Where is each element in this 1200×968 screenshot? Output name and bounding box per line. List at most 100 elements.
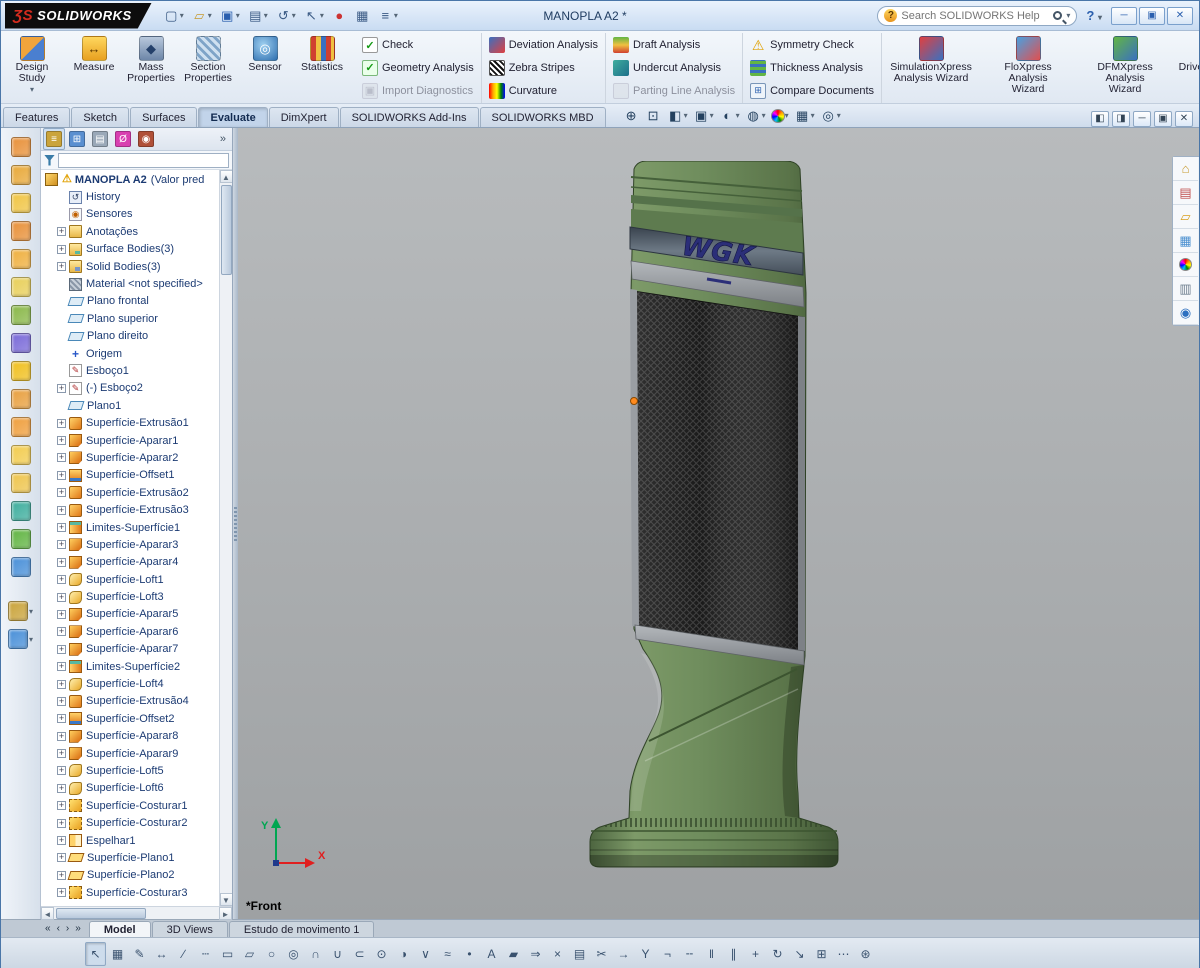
- options-button[interactable]: ≡▾: [375, 6, 401, 25]
- expand-icon[interactable]: +: [57, 610, 66, 619]
- tree-item-esbo-o1[interactable]: Esboço1: [41, 362, 219, 379]
- mirror-entities-button[interactable]: ‖: [701, 942, 722, 966]
- sensor-button[interactable]: ◎Sensor: [237, 34, 293, 75]
- search-dropdown-icon[interactable]: ▾: [1066, 11, 1070, 20]
- model-tab-estudo-de-movimento-1[interactable]: Estudo de movimento 1: [229, 921, 375, 937]
- import-diagnostics-button[interactable]: ▣Import Diagnostics: [358, 80, 478, 101]
- expand-icon[interactable]: +: [57, 453, 66, 462]
- scroll-up-icon[interactable]: ▲: [220, 170, 233, 183]
- tab-solidworks-mbd[interactable]: SOLIDWORKS MBD: [480, 107, 606, 127]
- offset-surface-button[interactable]: [10, 332, 32, 354]
- tab-evaluate[interactable]: Evaluate: [198, 107, 267, 127]
- new-document-button[interactable]: ▢▾: [161, 6, 187, 26]
- tree-item-superf-cie-loft3[interactable]: +Superfície-Loft3: [41, 588, 219, 605]
- spline-button[interactable]: ≈: [437, 942, 458, 966]
- swept-surface-button[interactable]: [10, 192, 32, 214]
- tree-item-superf-cie-aparar9[interactable]: +Superfície-Aparar9: [41, 745, 219, 762]
- measure-button[interactable]: ↔Measure: [66, 34, 122, 75]
- dynamic-mirror-button[interactable]: ∥: [723, 942, 744, 966]
- tree-item-superf-cie-aparar5[interactable]: +Superfície-Aparar5: [41, 606, 219, 623]
- symmetry-check-button[interactable]: ⚠Symmetry Check: [746, 35, 878, 56]
- expand-icon[interactable]: +: [57, 871, 66, 880]
- tree-item-anota-es[interactable]: +Anotações: [41, 223, 219, 240]
- expand-icon[interactable]: +: [57, 471, 66, 480]
- filled-surface-button[interactable]: [10, 276, 32, 298]
- zebra-stripes-button[interactable]: Zebra Stripes: [485, 57, 602, 78]
- tree-item-superf-cie-offset2[interactable]: +Superfície-Offset2: [41, 710, 219, 727]
- tree-item-plano1[interactable]: Plano1: [41, 397, 219, 414]
- expand-icon[interactable]: +: [57, 227, 66, 236]
- expand-icon[interactable]: +: [57, 801, 66, 810]
- expand-icon[interactable]: +: [57, 714, 66, 723]
- knit-surface-button[interactable]: [10, 528, 32, 550]
- delete-face-button[interactable]: [10, 388, 32, 410]
- expand-icon[interactable]: +: [57, 575, 66, 584]
- tree-item-superf-cie-aparar3[interactable]: +Superfície-Aparar3: [41, 536, 219, 553]
- tree-item-material-not-specified[interactable]: Material <not specified>: [41, 275, 219, 292]
- tree-tabs-overflow-icon[interactable]: »: [216, 133, 230, 145]
- expand-icon[interactable]: +: [57, 819, 66, 828]
- expand-icon[interactable]: +: [57, 506, 66, 515]
- tree-item-superf-cie-plano2[interactable]: +Superfície-Plano2: [41, 867, 219, 884]
- statistics-button[interactable]: Statistics: [294, 34, 350, 75]
- sketch-button[interactable]: ✎: [129, 942, 150, 966]
- expand-icon[interactable]: +: [57, 523, 66, 532]
- expand-icon[interactable]: +: [57, 262, 66, 271]
- expand-icon[interactable]: +: [57, 732, 66, 741]
- expand-icon[interactable]: +: [57, 749, 66, 758]
- tab-sketch[interactable]: Sketch: [71, 107, 129, 127]
- file-properties-button[interactable]: ▦: [352, 6, 373, 26]
- tree-item-superf-cie-aparar7[interactable]: +Superfície-Aparar7: [41, 641, 219, 658]
- help-menu-button[interactable]: ? ▾: [1080, 8, 1108, 23]
- ellipse-button[interactable]: ⊙: [371, 942, 392, 966]
- tree-item-superf-cie-costurar3[interactable]: +Superfície-Costurar3: [41, 884, 219, 901]
- tree-horizontal-scrollbar[interactable]: ◄ ►: [41, 906, 232, 919]
- lofted-surface-button[interactable]: [10, 220, 32, 242]
- tab-surfaces[interactable]: Surfaces: [130, 107, 197, 127]
- configurationmanager-tab[interactable]: ▤: [89, 128, 111, 150]
- text-button[interactable]: A: [481, 942, 502, 966]
- last-tab-button[interactable]: »: [73, 923, 83, 934]
- geometry-analysis-button[interactable]: ✓Geometry Analysis: [358, 57, 478, 78]
- tree-item-superf-cie-costurar2[interactable]: +Superfície-Costurar2: [41, 814, 219, 831]
- search-box[interactable]: ? ▾: [877, 6, 1077, 26]
- select-button[interactable]: ↖▾: [301, 6, 327, 26]
- doc-restore-button[interactable]: ▣: [1154, 111, 1172, 127]
- expand-icon[interactable]: +: [57, 888, 66, 897]
- convert-entities-button[interactable]: ⇒: [525, 942, 546, 966]
- perimeter-circle-button[interactable]: ◎: [283, 942, 304, 966]
- tab-features[interactable]: Features: [3, 107, 70, 127]
- undercut-analysis-button[interactable]: Undercut Analysis: [609, 57, 739, 78]
- restore-button[interactable]: ▣: [1139, 7, 1165, 25]
- expand-icon[interactable]: +: [57, 697, 66, 706]
- circle-button[interactable]: ○: [261, 942, 282, 966]
- expand-icon[interactable]: +: [57, 384, 66, 393]
- ruled-surface-button[interactable]: [10, 360, 32, 382]
- design-library-button[interactable]: ▤: [1173, 181, 1198, 205]
- display-style-button[interactable]: ◐▾: [717, 106, 742, 125]
- driveworksxpress-wizard-button[interactable]: DriveWorksXpress Wizard: [1174, 34, 1199, 86]
- move-entities-button[interactable]: +: [745, 942, 766, 966]
- hscroll-thumb[interactable]: [56, 908, 146, 919]
- solidworks-forum-button[interactable]: ◉: [1173, 301, 1198, 325]
- partial-ellipse-button[interactable]: ◑: [393, 942, 414, 966]
- curves-button[interactable]: ▾: [7, 628, 34, 650]
- hide-show-items-button[interactable]: ◍▾: [743, 106, 768, 125]
- dfmxpress-analysis-wizard-button[interactable]: DFMXpress Analysis Wizard: [1077, 34, 1173, 97]
- curvature-button[interactable]: Curvature: [485, 80, 602, 101]
- extend-surface-button[interactable]: [10, 444, 32, 466]
- plane-button[interactable]: ▰: [503, 942, 524, 966]
- split-entities-button[interactable]: Y: [635, 942, 656, 966]
- scroll-right-icon[interactable]: ►: [219, 907, 232, 920]
- tangent-arc-button[interactable]: ∪: [327, 942, 348, 966]
- section-view-button[interactable]: ◧▾: [665, 106, 690, 125]
- expand-icon[interactable]: +: [57, 540, 66, 549]
- scroll-thumb[interactable]: [221, 185, 232, 275]
- trim-entities-button[interactable]: ✂: [591, 942, 612, 966]
- tree-item-superf-cie-offset1[interactable]: +Superfície-Offset1: [41, 467, 219, 484]
- view-settings-button[interactable]: ◎▾: [818, 106, 843, 125]
- untrim-surface-button[interactable]: [10, 500, 32, 522]
- deviation-analysis-button[interactable]: Deviation Analysis: [485, 35, 602, 56]
- intersection-curve-button[interactable]: ×: [547, 942, 568, 966]
- expand-icon[interactable]: +: [57, 662, 66, 671]
